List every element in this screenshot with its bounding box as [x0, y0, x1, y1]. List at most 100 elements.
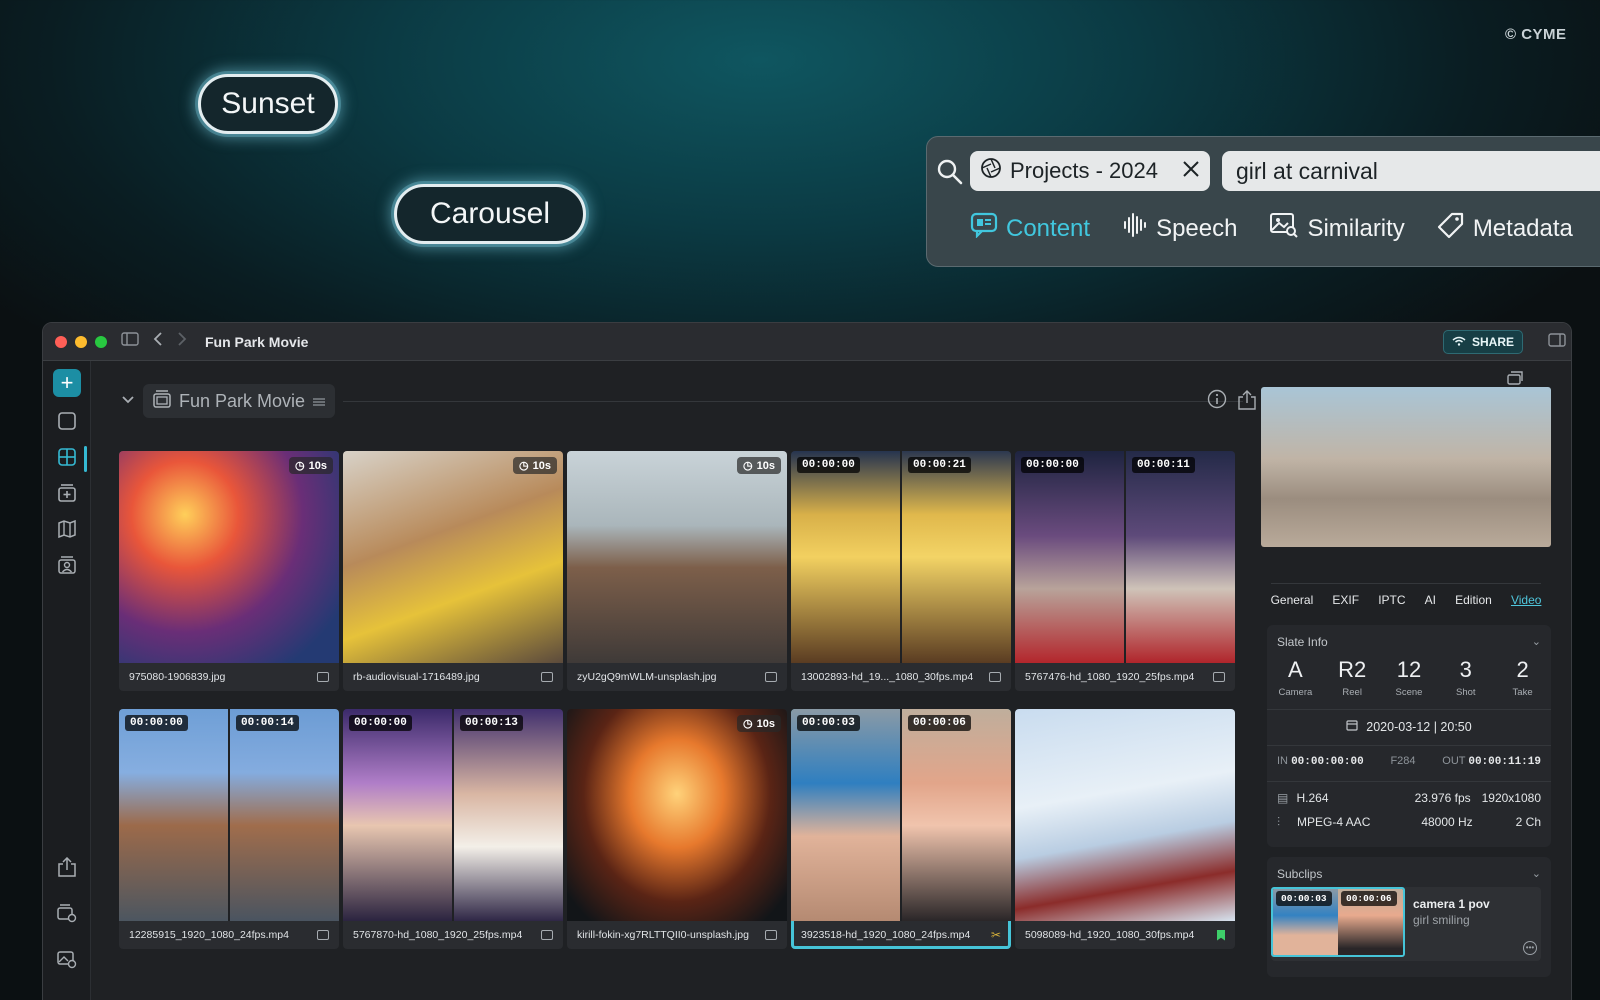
mode-tab-label: Content	[1006, 214, 1091, 242]
divider	[1267, 709, 1551, 710]
search-mode-tabs: Content Speech Similarity Metadata	[970, 211, 1573, 246]
share-button[interactable]: SHARE	[1443, 330, 1523, 354]
divider	[1267, 781, 1551, 782]
timecode-in-badge: 00:00:03	[1276, 891, 1332, 906]
asset-card[interactable]: ◷ 10s kirill-fokin-xg7RLTTQII0-unsplash.j…	[567, 709, 787, 949]
more-options-icon[interactable]: •••	[1523, 941, 1537, 955]
share-label: SHARE	[1471, 335, 1514, 349]
asset-filename: 5767870-hd_1080_1920_25fps.mp4	[353, 929, 523, 941]
slate-reel: R2 Reel	[1338, 657, 1367, 698]
tag-bubble-sunset: Sunset	[198, 74, 338, 134]
asset-card[interactable]: ◷ 10s rb-audiovisual-1716489.jpg	[343, 451, 563, 691]
sidebar-item-single[interactable]	[55, 411, 79, 435]
add-button[interactable]: +	[53, 369, 81, 397]
zoom-window-button[interactable]	[95, 335, 107, 348]
inspector-panel: General EXIF IPTC AI Edition Video Slate…	[1261, 361, 1551, 1000]
tab-general[interactable]: General	[1271, 593, 1314, 607]
slate-datetime: 2020-03-12 | 20:50	[1267, 719, 1551, 734]
mode-tab-similarity[interactable]: Similarity	[1269, 211, 1405, 246]
copyright-label: © CYME	[1505, 26, 1567, 43]
collection-icon	[153, 389, 171, 413]
minimize-window-button[interactable]	[75, 335, 87, 348]
share-icon[interactable]	[1237, 389, 1257, 416]
asset-filename: 5098089-hd_1920_1080_30fps.mp4	[1025, 929, 1195, 941]
info-icon[interactable]	[1207, 389, 1227, 416]
search-input[interactable]: girl at carnival	[1222, 151, 1600, 191]
duration-badge: ◷ 10s	[737, 457, 781, 474]
tab-video[interactable]: Video	[1511, 593, 1541, 607]
asset-card[interactable]: 00:00:00 00:00:11 5767476-hd_1080_1920_2…	[1015, 451, 1235, 691]
sidebar-item-grid[interactable]	[55, 447, 79, 471]
section-title: Slate Info	[1277, 635, 1328, 649]
asset-thumbnail: 00:00:00 00:00:21	[791, 451, 1011, 663]
asset-card[interactable]: 00:00:00 00:00:13 5767870-hd_1080_1920_2…	[343, 709, 563, 949]
aperture-icon	[980, 157, 1002, 185]
photo-settings-icon	[57, 949, 77, 974]
preview-image	[1261, 387, 1551, 547]
asset-filename: kirill-fokin-xg7RLTTQII0-unsplash.jpg	[577, 929, 749, 941]
divider	[1271, 583, 1541, 584]
inspector-tabs: General EXIF IPTC AI Edition Video	[1261, 593, 1551, 607]
back-icon[interactable]	[153, 331, 163, 352]
search-icon[interactable]	[935, 157, 965, 187]
slate-info-section: Slate Info ⌄ A Camera R2 Reel 12 Scene 3 Sho…	[1267, 625, 1551, 847]
chevron-down-icon[interactable]: ⌄	[1532, 867, 1541, 880]
asset-card-selected[interactable]: 00:00:03 00:00:06 3923518-hd_1920_1080_2…	[791, 709, 1011, 949]
image-search-icon	[1269, 212, 1299, 245]
asset-card[interactable]: 00:00:00 00:00:14 12285915_1920_1080_24f…	[119, 709, 339, 949]
sidebar-item-map[interactable]	[55, 519, 79, 543]
tab-edition[interactable]: Edition	[1455, 593, 1492, 607]
mode-tab-metadata[interactable]: Metadata	[1437, 211, 1573, 246]
export-icon	[58, 856, 76, 882]
tab-exif[interactable]: EXIF	[1332, 593, 1359, 607]
grid-icon	[58, 447, 76, 471]
duration-badge: ◷ 10s	[513, 457, 557, 474]
forward-icon[interactable]	[177, 331, 187, 352]
collection-actions	[1207, 389, 1257, 416]
asset-card[interactable]: ◷ 10s 975080-1906839.jpg	[119, 451, 339, 691]
timecode-in-badge: 00:00:00	[797, 457, 860, 473]
timecode-in-badge: 00:00:00	[125, 715, 188, 731]
asset-filename: zyU2gQ9mWLM-unsplash.jpg	[577, 671, 717, 683]
asset-card[interactable]: 5098089-hd_1920_1080_30fps.mp4	[1015, 709, 1235, 949]
slate-take: 2 Take	[1512, 657, 1533, 698]
asset-filename: 12285915_1920_1080_24fps.mp4	[129, 929, 289, 941]
sidebar-item-import[interactable]	[55, 483, 79, 507]
video-type-icon	[1213, 672, 1225, 682]
sidebar-item-export[interactable]	[55, 856, 79, 882]
image-type-icon	[765, 930, 777, 940]
close-icon[interactable]	[1182, 158, 1200, 184]
subclip-item[interactable]: 00:00:03 00:00:06 camera 1 pov girl smil…	[1271, 887, 1541, 961]
mode-tab-speech[interactable]: Speech	[1122, 211, 1237, 246]
mode-tab-label: Similarity	[1307, 214, 1405, 242]
sidebar-item-media-settings[interactable]	[55, 949, 79, 973]
search-scope-label: Projects - 2024	[1010, 158, 1158, 183]
slate-scene: 12 Scene	[1395, 657, 1423, 698]
tab-iptc[interactable]: IPTC	[1378, 593, 1405, 607]
subclip-title: camera 1 pov	[1413, 897, 1490, 911]
search-scope-chip[interactable]: Projects - 2024	[970, 151, 1210, 191]
collection-header: Fun Park Movie	[121, 383, 336, 419]
sidebar-item-settings[interactable]	[55, 903, 79, 927]
bookmark-icon	[1217, 929, 1225, 941]
sidebar-item-people[interactable]	[55, 555, 79, 579]
asset-thumbnail	[1015, 709, 1235, 921]
sidebar-toggle-icon[interactable]	[121, 332, 139, 351]
scissors-icon: ✂	[990, 928, 1001, 942]
close-window-button[interactable]	[55, 335, 67, 348]
asset-card[interactable]: 00:00:00 00:00:21 13002893-hd_19..._1080…	[791, 451, 1011, 691]
tab-ai[interactable]: AI	[1425, 593, 1436, 607]
collection-pill[interactable]: Fun Park Movie	[143, 384, 336, 418]
asset-card[interactable]: ◷ 10s zyU2gQ9mWLM-unsplash.jpg	[567, 451, 787, 691]
subclip-thumbnail: 00:00:03 00:00:06	[1271, 887, 1405, 957]
person-icon	[58, 555, 76, 579]
chevron-down-icon[interactable]	[121, 392, 135, 410]
chevron-down-icon[interactable]: ⌄	[1532, 635, 1541, 648]
asset-grid: ◷ 10s 975080-1906839.jpg ◷ 10s rb-audiovis…	[119, 451, 1235, 949]
mode-tab-content[interactable]: Content	[970, 211, 1090, 246]
window-title: Fun Park Movie	[205, 333, 309, 350]
menu-lines-icon	[313, 391, 326, 412]
inspector-toggle-icon[interactable]	[1548, 333, 1566, 352]
timer-icon: ◷	[295, 460, 305, 472]
slate-fields: A Camera R2 Reel 12 Scene 3 Shot 2 Take	[1267, 657, 1551, 698]
